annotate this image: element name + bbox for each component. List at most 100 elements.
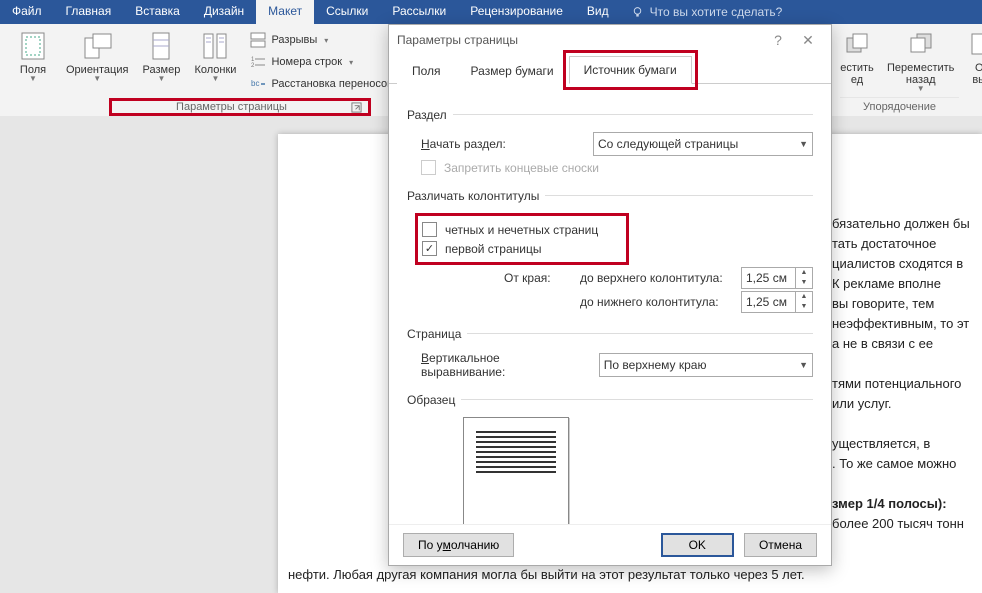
chevron-down-icon: ▼ xyxy=(917,84,925,93)
tab-references[interactable]: Ссылки xyxy=(314,0,380,24)
svg-text:2: 2 xyxy=(251,63,255,69)
body-text: нефти. Любая другая компания могла бы вы… xyxy=(288,565,972,585)
set-default-button[interactable]: По умолчанию xyxy=(403,533,514,557)
preview-heading: Образец xyxy=(407,393,455,407)
body-text: циалистов сходятся в xyxy=(832,254,972,274)
page-setup-group-label: Параметры страницы xyxy=(109,98,371,116)
page-setup-stack: Разрывы▾ 12 Номера строк ▾ bc Расстановка… xyxy=(242,28,412,96)
chevron-down-icon: ▼ xyxy=(29,74,37,83)
margins-button[interactable]: Поля ▼ xyxy=(6,28,60,85)
body-text: . То же самое можно xyxy=(832,454,972,474)
tab-home[interactable]: Главная xyxy=(54,0,124,24)
dialog-tabs: Поля Размер бумаги Источник бумаги xyxy=(389,55,831,84)
ok-button[interactable]: OK xyxy=(661,533,734,557)
columns-icon xyxy=(199,30,231,62)
tab-mailings[interactable]: Рассылки xyxy=(380,0,458,24)
suppress-endnotes-label: Запретить концевые сноски xyxy=(444,161,599,175)
footer-distance-label: до нижнего колонтитула: xyxy=(580,295,735,309)
body-text: неэффективным, то эт xyxy=(832,314,972,334)
selection-pane-label2: выд xyxy=(972,74,982,86)
chevron-down-icon: ▾ xyxy=(324,36,328,45)
selection-pane-icon xyxy=(966,28,982,60)
lightbulb-icon xyxy=(631,6,644,19)
dialog-footer: По умолчанию OK Отмена xyxy=(389,524,831,565)
tab-paper-source[interactable]: Источник бумаги xyxy=(569,56,692,84)
valign-select[interactable]: По верхнему краю ▼ xyxy=(599,353,813,377)
dialog-title: Параметры страницы xyxy=(397,33,518,47)
header-distance-label: до верхнего колонтитула: xyxy=(580,271,735,285)
help-button[interactable]: ? xyxy=(763,32,793,48)
ribbon-tab-strip: Файл Главная Вставка Дизайн Макет Ссылки… xyxy=(0,0,982,24)
spinner-down-icon[interactable]: ▼ xyxy=(796,278,812,288)
valign-label: Вертикальное выравнивание: xyxy=(421,351,583,379)
hyphenation-icon: bc xyxy=(250,76,266,92)
valign-value: По верхнему краю xyxy=(604,358,707,372)
body-text: или услуг. xyxy=(832,394,972,414)
breaks-button[interactable]: Разрывы▾ xyxy=(246,30,408,50)
spinner-up-icon[interactable]: ▲ xyxy=(796,268,812,278)
tab-file[interactable]: Файл xyxy=(0,0,54,24)
chevron-down-icon: ▼ xyxy=(93,74,101,83)
line-numbers-button[interactable]: 12 Номера строк ▾ xyxy=(246,52,408,72)
close-button[interactable]: ✕ xyxy=(793,32,823,49)
orientation-icon xyxy=(81,30,113,62)
margins-icon xyxy=(17,30,49,62)
line-numbers-label: Номера строк xyxy=(271,56,342,68)
tab-insert[interactable]: Вставка xyxy=(123,0,192,24)
chevron-down-icon: ▾ xyxy=(349,58,353,67)
preview-thumbnail xyxy=(463,417,569,524)
header-distance-spinner[interactable]: 1,25 см ▲▼ xyxy=(741,267,813,289)
body-text: змер 1/4 полосы): xyxy=(832,494,972,514)
size-button[interactable]: Размер ▼ xyxy=(134,28,188,85)
suppress-endnotes-checkbox[interactable] xyxy=(421,160,436,175)
bring-forward-icon xyxy=(841,28,873,60)
chevron-down-icon: ▼ xyxy=(211,74,219,83)
tab-design[interactable]: Дизайн xyxy=(192,0,256,24)
send-backward-icon xyxy=(905,28,937,60)
dialog-body: Раздел ННачать раздел:ачать раздел: Со с… xyxy=(389,84,831,524)
svg-text:bc: bc xyxy=(251,79,259,88)
dialog-titlebar: Параметры страницы ? ✕ xyxy=(389,25,831,55)
tell-me-label: Что вы хотите сделать? xyxy=(650,5,783,19)
size-icon xyxy=(145,30,177,62)
selection-pane-button[interactable]: Об выд xyxy=(960,26,982,95)
from-edge-label: От края: xyxy=(504,271,574,285)
spinner-up-icon[interactable]: ▲ xyxy=(796,292,812,302)
hyphenation-label: Расстановка переносов xyxy=(271,78,392,90)
arrange-group-label: Упорядочение xyxy=(840,97,959,116)
chevron-down-icon: ▼ xyxy=(799,139,808,149)
footer-distance-spinner[interactable]: 1,25 см ▲▼ xyxy=(741,291,813,313)
section-start-select[interactable]: Со следующей страницы ▼ xyxy=(593,132,813,156)
section-heading: Раздел xyxy=(407,108,447,122)
body-text: тать достаточное xyxy=(832,234,972,254)
tab-margins[interactable]: Поля xyxy=(397,57,456,84)
tab-paper[interactable]: Размер бумаги xyxy=(456,57,569,84)
headers-footers-heading: Различать колонтитулы xyxy=(407,189,539,203)
tab-review[interactable]: Рецензирование xyxy=(458,0,575,24)
first-page-checkbox[interactable]: ✓ xyxy=(422,241,437,256)
tab-view[interactable]: Вид xyxy=(575,0,621,24)
arrange-group-text: Упорядочение xyxy=(863,101,936,113)
send-backward-label: Переместить назад xyxy=(887,62,954,86)
hyphenation-button[interactable]: bc Расстановка переносов▾ xyxy=(246,74,408,94)
bring-forward-label: естить ед xyxy=(840,62,874,86)
page-setup-group-text: Параметры страницы xyxy=(118,101,345,113)
section-start-label: ННачать раздел:ачать раздел: xyxy=(421,137,506,151)
chevron-down-icon: ▼ xyxy=(157,74,165,83)
line-numbers-icon: 12 xyxy=(250,54,266,70)
body-text: вы говорите, тем xyxy=(832,294,972,314)
body-text: бязательно должен бы xyxy=(832,214,972,234)
send-backward-button[interactable]: Переместить назад ▼ xyxy=(881,26,960,95)
orientation-button[interactable]: Ориентация ▼ xyxy=(60,28,134,85)
body-text: а не в связи с ее xyxy=(832,334,972,354)
odd-even-checkbox[interactable] xyxy=(422,222,437,237)
spinner-down-icon[interactable]: ▼ xyxy=(796,302,812,312)
columns-button[interactable]: Колонки ▼ xyxy=(188,28,242,85)
tab-layout[interactable]: Макет xyxy=(256,0,314,24)
dialog-launcher-icon[interactable] xyxy=(351,102,362,113)
page-setup-dialog: Параметры страницы ? ✕ Поля Размер бумаг… xyxy=(388,24,832,566)
tell-me-search[interactable]: Что вы хотите сделать? xyxy=(621,0,793,24)
page-setup-group: Поля ▼ Ориентация ▼ Размер ▼ Колонки ▼ xyxy=(0,24,418,96)
cancel-button[interactable]: Отмена xyxy=(744,533,817,557)
bring-forward-button[interactable]: естить ед xyxy=(833,26,881,95)
